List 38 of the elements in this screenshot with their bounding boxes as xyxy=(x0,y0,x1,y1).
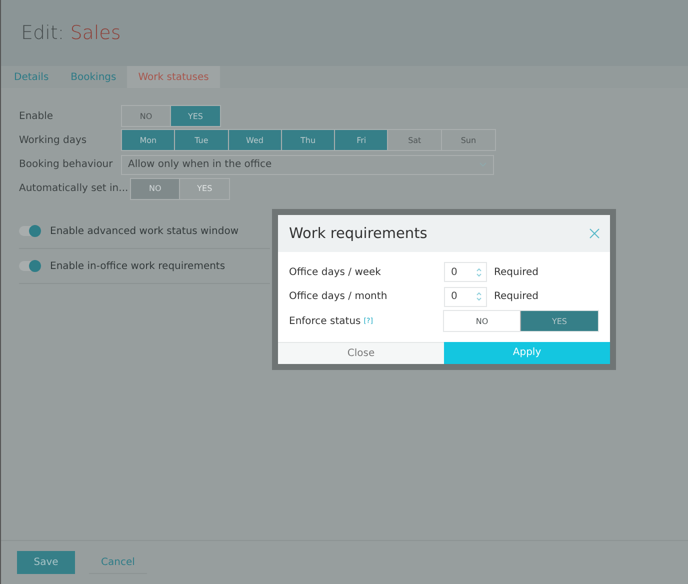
toggle-label: Enable advanced work status window xyxy=(50,226,239,237)
segment-option[interactable]: Sun xyxy=(442,130,496,150)
field-label: Enable xyxy=(19,110,54,122)
field-label: Office days / week xyxy=(289,266,382,278)
segment-option[interactable]: Mon xyxy=(122,130,176,150)
spinner-arrows-icon[interactable] xyxy=(476,266,482,278)
record-name: Sales xyxy=(70,22,121,44)
page-title: Edit: xyxy=(21,22,64,44)
cancel-button[interactable]: Cancel xyxy=(89,551,147,574)
number-input[interactable]: 0 xyxy=(444,262,487,282)
spinner-arrows-icon[interactable] xyxy=(476,291,482,302)
segment-option[interactable]: YES xyxy=(521,311,598,332)
close-icon[interactable] xyxy=(589,228,600,239)
field-suffix: Required xyxy=(494,266,539,278)
apply-button[interactable]: Apply xyxy=(444,342,610,364)
segment-option[interactable]: Tue xyxy=(175,130,229,150)
booking-behaviour-dropdown[interactable]: Allow only when in the office xyxy=(121,154,494,175)
segment-option[interactable]: Thu xyxy=(282,130,336,150)
field-suffix: Required xyxy=(494,291,539,302)
number-input[interactable]: 0 xyxy=(444,286,487,307)
toggle-switch[interactable] xyxy=(19,261,41,272)
toggle-label: Enable in-office work requirements xyxy=(50,260,226,272)
segment-option[interactable]: Fri xyxy=(335,130,388,150)
field-label: Working days xyxy=(19,134,88,146)
tab[interactable]: Bookings xyxy=(60,66,128,88)
segment-option[interactable]: Sat xyxy=(388,130,442,150)
save-button[interactable]: Save xyxy=(17,551,75,574)
field-label: Office days / month xyxy=(289,291,388,302)
modal-title: Work requirements xyxy=(289,226,428,242)
close-button[interactable]: Close xyxy=(278,342,444,364)
field-label: Enforce status xyxy=(289,316,361,327)
segment-option[interactable]: Wed xyxy=(228,130,282,150)
segment-option[interactable]: YES xyxy=(171,106,220,126)
field-label: Booking behaviour xyxy=(19,159,114,170)
field-label: Automatically set in... xyxy=(19,183,128,194)
tab[interactable]: Details xyxy=(3,66,60,88)
tab[interactable]: Work statuses xyxy=(127,66,220,88)
toggle-switch[interactable] xyxy=(19,226,41,236)
